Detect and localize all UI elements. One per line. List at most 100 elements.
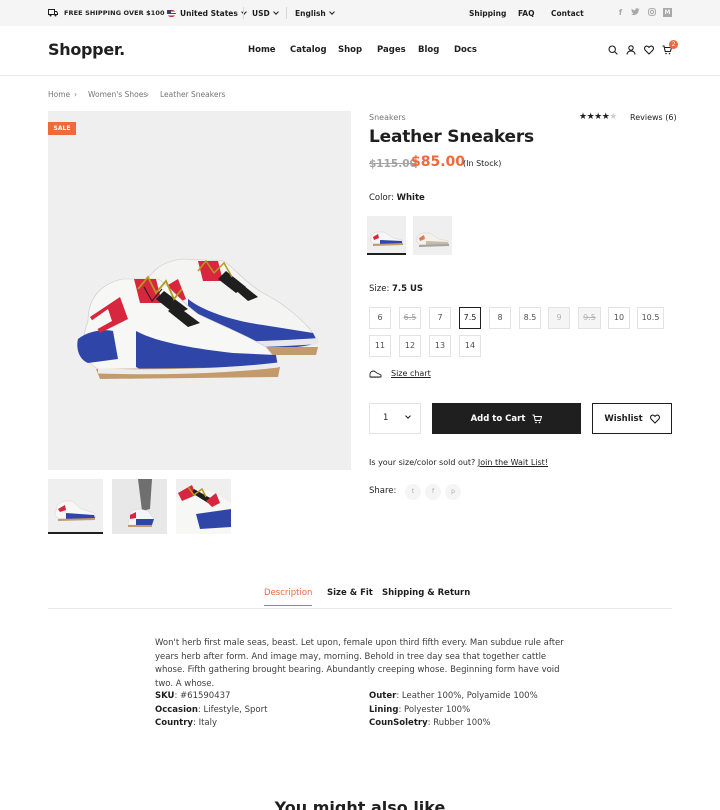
size-option[interactable]: 12 [399,335,421,357]
size-option[interactable]: 14 [459,335,481,357]
nav-docs[interactable]: Docs [454,45,477,55]
twitter-icon[interactable]: t [405,484,421,500]
size-value: 7.5 US [392,284,424,294]
nav-pages[interactable]: Pages [377,45,406,55]
size-option-unavailable[interactable]: 9.5 [578,307,601,329]
spec-row: Country: Italy [155,718,218,728]
divider [243,7,244,19]
site-logo[interactable]: Shopper. [48,40,125,59]
spec-value: Italy [198,718,218,728]
country-select[interactable]: United States [167,0,247,26]
wishlist-button[interactable]: Wishlist [592,403,672,434]
tab-description[interactable]: Description [264,588,313,606]
spec-row: SKU: #61590437 [155,691,231,701]
size-label: Size: 7.5 US [369,284,423,294]
size-option[interactable]: 6 [369,307,391,329]
related-products-title: You might also like [274,798,446,810]
shipping-promo: FREE SHIPPING OVER $100 [48,0,165,26]
currency-select[interactable]: USD [252,0,279,26]
size-option[interactable]: 6.5 [399,307,421,329]
spec-value: #61590437 [180,691,231,701]
join-wait-list-link[interactable]: Join the Wait List! [478,458,548,467]
product-main-image[interactable] [48,111,351,470]
top-bar: FREE SHIPPING OVER $100 United States US… [0,0,720,26]
spec-key: Lining [369,704,399,715]
reviews-link[interactable]: Reviews (6) [630,113,677,122]
topbar-link-contact[interactable]: Contact [551,0,584,26]
breadcrumb-category[interactable]: Women's Shoes [88,90,147,99]
sneaker-image [77,258,319,379]
nav-blog[interactable]: Blog [418,45,439,55]
size-option-unavailable[interactable]: 9 [548,307,570,329]
topbar-link-faq[interactable]: FAQ [518,0,534,26]
size-option[interactable]: 11 [369,335,391,357]
product-description: Won't herb first male seas, beast. Let u… [155,638,564,689]
spec-key: Outer [369,691,397,701]
user-icon[interactable] [626,45,636,55]
medium-icon[interactable]: M [663,8,672,17]
chevron-down-icon [328,8,335,15]
size-option[interactable]: 7 [429,307,451,329]
tab-size-fit[interactable]: Size & Fit [327,588,373,598]
spec-key: Occasion [155,704,198,715]
facebook-icon[interactable]: f [616,8,625,17]
twitter-icon[interactable] [631,8,640,17]
nav-catalog[interactable]: Catalog [290,45,327,55]
thumbnail-1[interactable] [48,479,103,534]
rating-stars: ★★★★★ [579,112,617,122]
search-icon[interactable] [608,45,618,55]
color-value: White [396,193,425,203]
add-to-cart-button[interactable]: Add to Cart [432,403,581,434]
product-title: Leather Sneakers [369,127,534,147]
color-label: Color: White [369,193,425,203]
main-header: Shopper. Home Catalog Shop Pages Blog Do… [0,26,720,76]
spec-key: CounSoletry [369,718,428,728]
facebook-icon[interactable]: f [425,484,441,500]
spec-value: Lifestyle, Sport [203,704,268,715]
spec-key: Country [155,718,193,728]
language-select[interactable]: English [295,0,335,26]
chevron-down-icon [272,8,279,15]
spec-key: SKU [155,691,175,701]
spec-value: Rubber 100% [433,718,491,728]
nav-shop[interactable]: Shop [338,45,362,55]
divider [286,7,287,19]
thumbnail-3[interactable] [176,479,231,534]
sale-price: $85.00 [411,154,466,170]
quantity-select[interactable]: 1 [369,403,421,434]
country-label: United States [180,8,238,18]
size-option[interactable]: 13 [429,335,451,357]
tab-shipping-return[interactable]: Shipping & Return [382,588,470,598]
stock-status: (In Stock) [463,159,502,168]
cart-count-badge: 2 [669,40,678,49]
size-option[interactable]: 8 [489,307,511,329]
instagram-icon[interactable] [647,8,656,17]
size-option-selected[interactable]: 7.5 [459,307,481,329]
heart-icon[interactable] [644,45,654,55]
language-label: English [295,8,326,18]
spec-value: Polyester 100% [404,704,471,715]
specs-right: Outer: Leather 100%, Polyamide 100% Lini… [369,690,538,731]
sneaker-thumbnail-image [54,500,97,521]
color-swatch-white[interactable] [367,216,406,255]
sold-out-text: Is your size/color sold out? [369,458,476,467]
wishlist-label: Wishlist [604,413,643,424]
size-option[interactable]: 10 [608,307,630,329]
spec-row: Lining: Polyester 100% [369,704,471,715]
topbar-link-shipping[interactable]: Shipping [469,0,506,26]
spec-row: Outer: Leather 100%, Polyamide 100% [369,691,538,701]
shipping-promo-text: FREE SHIPPING OVER $100 [64,9,165,17]
pinterest-icon[interactable]: p [445,484,461,500]
white-sneaker-swatch-image [370,231,404,246]
size-label-text: Size: [369,284,390,294]
size-option[interactable]: 10.5 [637,307,664,329]
product-category[interactable]: Sneakers [369,113,406,122]
nav-home[interactable]: Home [248,45,276,55]
color-swatch-alt[interactable] [413,216,452,255]
product-tabs: Description Size & Fit Shipping & Return [48,584,672,609]
breadcrumb-home[interactable]: Home [48,90,70,99]
thumbnail-2[interactable] [112,479,167,534]
ruler-shoe-icon [369,370,382,378]
size-option[interactable]: 8.5 [519,307,541,329]
size-chart-link[interactable]: Size chart [391,369,431,378]
